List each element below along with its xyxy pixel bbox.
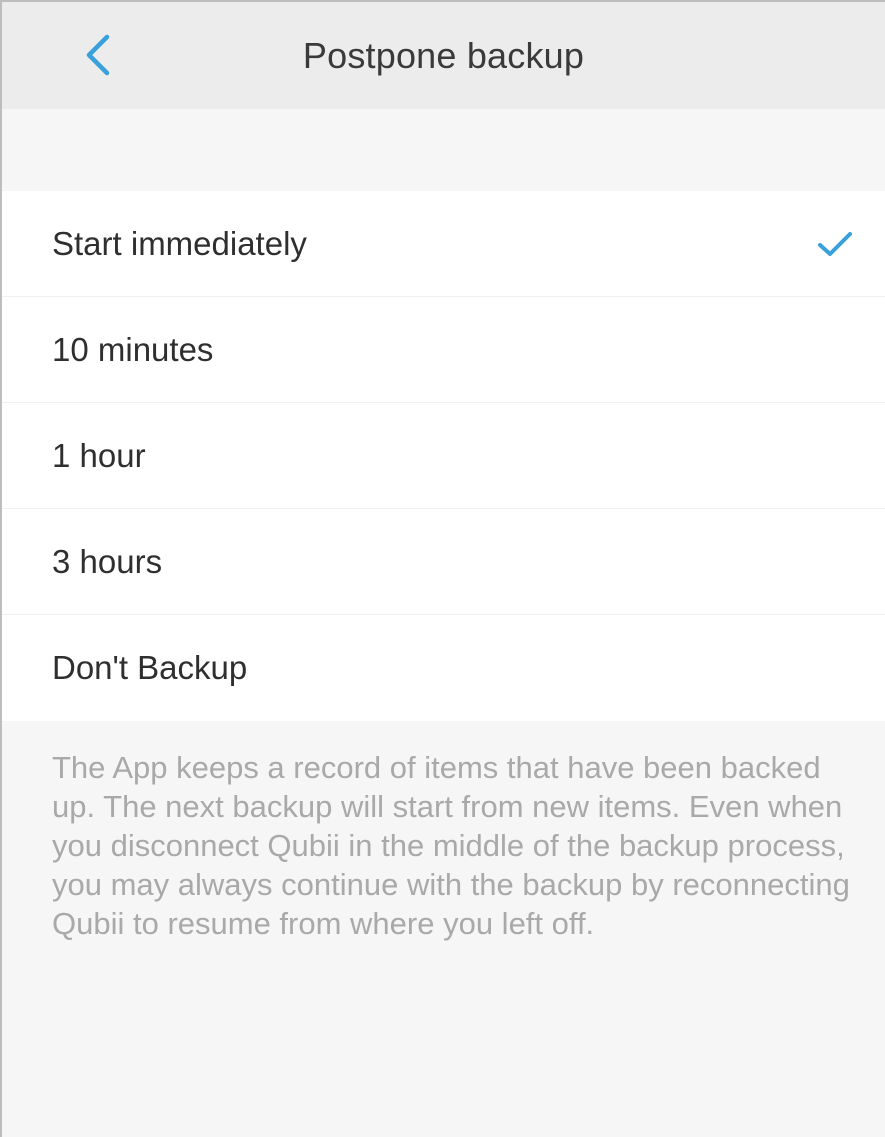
option-10-minutes[interactable]: 10 minutes [2, 297, 885, 403]
navigation-bar: Postpone backup [2, 2, 885, 109]
option-start-immediately[interactable]: Start immediately [2, 191, 885, 297]
postpone-backup-screen: Postpone backup Start immediately 10 min… [0, 0, 885, 1137]
backup-info-text: The App keeps a record of items that hav… [52, 750, 850, 941]
checkmark-icon [818, 232, 852, 256]
option-dont-backup[interactable]: Don't Backup [2, 615, 885, 721]
option-3-hours[interactable]: 3 hours [2, 509, 885, 615]
page-title: Postpone backup [302, 35, 585, 76]
option-label: Don't Backup [52, 649, 248, 686]
postpone-options-list: Start immediately 10 minutes 1 hour 3 ho… [2, 191, 885, 721]
section-spacer [2, 109, 885, 191]
option-label: Start immediately [52, 225, 307, 262]
option-label: 10 minutes [52, 331, 214, 368]
option-label: 1 hour [52, 437, 146, 474]
option-label: 3 hours [52, 543, 163, 580]
option-1-hour[interactable]: 1 hour [2, 403, 885, 509]
